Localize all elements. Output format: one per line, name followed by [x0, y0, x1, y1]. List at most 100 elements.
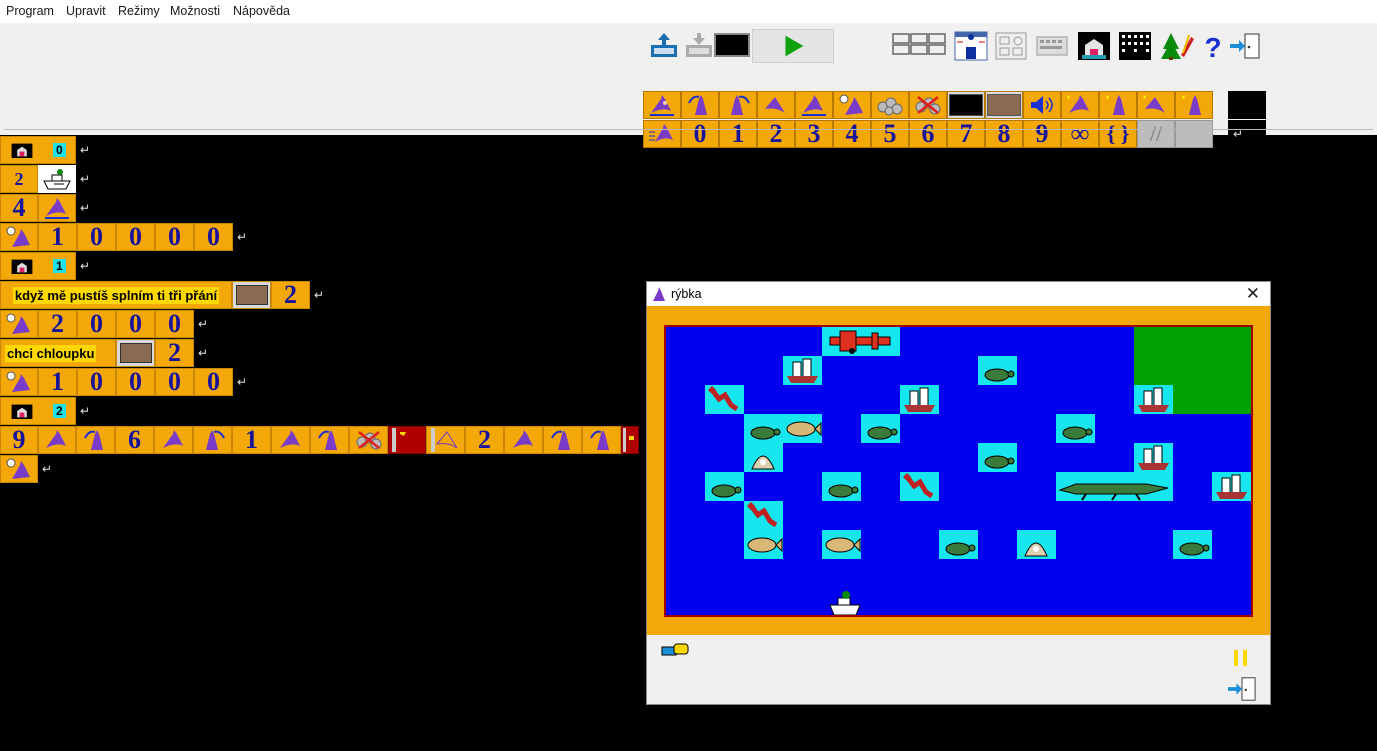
- exit-icon[interactable]: [1225, 675, 1259, 703]
- paint-tree-icon[interactable]: [1161, 31, 1195, 61]
- palette-rocks[interactable]: [871, 91, 909, 119]
- palette-num-1[interactable]: 1: [719, 120, 757, 148]
- exit-icon[interactable]: [1228, 31, 1262, 61]
- run-button[interactable]: [752, 29, 834, 63]
- palette-num-8[interactable]: 8: [985, 120, 1023, 148]
- number-block[interactable]: 1: [232, 426, 271, 454]
- wizard-walk-block[interactable]: [38, 426, 76, 454]
- wizard-wait-block[interactable]: [0, 368, 38, 396]
- wizard-walk-block[interactable]: [38, 194, 76, 222]
- close-icon[interactable]: ✕: [1246, 284, 1260, 304]
- palette-newline[interactable]: ↵: [1228, 120, 1266, 148]
- loop-start-block[interactable]: [388, 426, 426, 454]
- palette-wizard-jump[interactable]: [757, 91, 795, 119]
- palette-rocks-remove[interactable]: [909, 91, 947, 119]
- palette-comment[interactable]: //: [1137, 120, 1175, 148]
- digit-block[interactable]: 2: [38, 310, 77, 338]
- export-button[interactable]: [647, 31, 681, 61]
- palette-num-5[interactable]: 5: [871, 120, 909, 148]
- palette-braces[interactable]: { }: [1099, 120, 1137, 148]
- digit-block[interactable]: 0: [77, 368, 116, 396]
- palette-wizard-turn-right[interactable]: [719, 91, 757, 119]
- number-block[interactable]: 2: [155, 339, 194, 367]
- palette-wizard-magic4[interactable]: [1175, 91, 1213, 119]
- text-block[interactable]: když mě pustíš splním ti tři přání: [0, 281, 232, 309]
- number-block[interactable]: 6: [115, 426, 154, 454]
- loop-end-block[interactable]: [621, 426, 639, 454]
- import-button[interactable]: [682, 31, 716, 61]
- menu-upravit[interactable]: Upravit: [66, 4, 106, 18]
- menu-program[interactable]: Program: [6, 4, 54, 18]
- worksheet-icon[interactable]: [954, 31, 988, 61]
- shapes-icon[interactable]: [994, 31, 1028, 61]
- brown-color-block[interactable]: [232, 281, 271, 309]
- palette-num-4[interactable]: 4: [833, 120, 871, 148]
- digit-block[interactable]: 1: [38, 223, 77, 251]
- menu-napoveda[interactable]: Nápověda: [233, 4, 290, 18]
- wizard-turn-left-block[interactable]: [310, 426, 349, 454]
- number-block[interactable]: 2: [0, 165, 38, 193]
- help-icon[interactable]: ?: [1196, 31, 1230, 63]
- color-swatch-button[interactable]: [714, 33, 750, 57]
- palette-wizard-walk[interactable]: [643, 91, 681, 119]
- pause-icon[interactable]: [1231, 648, 1251, 668]
- text-block[interactable]: chci chloupku: [0, 339, 116, 367]
- palette-wizard-magic[interactable]: [1061, 91, 1099, 119]
- digit-block[interactable]: 0: [116, 310, 155, 338]
- boat-sprite-block[interactable]: [38, 165, 76, 193]
- palette-num-9[interactable]: 9: [1023, 120, 1061, 148]
- eraser-icon[interactable]: [660, 641, 690, 657]
- palette-empty[interactable]: [1175, 120, 1213, 148]
- digit-block[interactable]: 0: [116, 368, 155, 396]
- wizard-turn-left-block[interactable]: [76, 426, 115, 454]
- digit-block[interactable]: 0: [194, 223, 233, 251]
- wizard-turn-left-block[interactable]: [582, 426, 621, 454]
- wizard-walk-block[interactable]: [504, 426, 543, 454]
- palette-infinity[interactable]: ∞: [1061, 120, 1099, 148]
- palette-wizard-wait[interactable]: [833, 91, 871, 119]
- digit-block[interactable]: 0: [155, 368, 194, 396]
- palette-num-0[interactable]: 0: [681, 120, 719, 148]
- digit-block[interactable]: 1: [38, 368, 77, 396]
- wizard-wait-block[interactable]: [0, 310, 38, 338]
- brown-color-block[interactable]: [116, 339, 155, 367]
- digit-block[interactable]: 0: [77, 223, 116, 251]
- palette-wizard-magic2[interactable]: [1099, 91, 1137, 119]
- palette-num-2[interactable]: 2: [757, 120, 795, 148]
- wizard-turn-left-block[interactable]: [543, 426, 582, 454]
- scene-block[interactable]: 0: [0, 136, 76, 164]
- number-block[interactable]: 9: [0, 426, 38, 454]
- digit-block[interactable]: 0: [116, 223, 155, 251]
- scene-block[interactable]: 1: [0, 252, 76, 280]
- menu-moznosti[interactable]: Možnosti: [170, 4, 220, 18]
- wizard-wait-block[interactable]: [0, 223, 38, 251]
- digit-block[interactable]: 0: [194, 368, 233, 396]
- wizard-wait-block[interactable]: [0, 455, 38, 483]
- keyboard-icon[interactable]: [1035, 31, 1069, 61]
- scene-block[interactable]: 2: [0, 397, 76, 425]
- grid-layout-icon[interactable]: [892, 33, 946, 55]
- number-block[interactable]: 4: [0, 194, 38, 222]
- palette-wizard-turn-left[interactable]: [681, 91, 719, 119]
- menu-rezimy[interactable]: Režimy: [118, 4, 160, 18]
- palette-wizard-fly[interactable]: [795, 91, 833, 119]
- digit-block[interactable]: 0: [155, 310, 194, 338]
- palette-num-3[interactable]: 3: [795, 120, 833, 148]
- digit-block[interactable]: 0: [155, 223, 194, 251]
- palette-black-color[interactable]: [947, 91, 985, 119]
- wizard-walk-block[interactable]: [271, 426, 310, 454]
- number-block[interactable]: 2: [465, 426, 504, 454]
- palette-sound-icon[interactable]: [1023, 91, 1061, 119]
- board-icon[interactable]: [1118, 31, 1152, 61]
- palette-brown-color[interactable]: [985, 91, 1023, 119]
- digit-block[interactable]: 0: [77, 310, 116, 338]
- wizard-jump-block[interactable]: [426, 426, 465, 454]
- wizard-walk-block[interactable]: [154, 426, 193, 454]
- palette-num-7[interactable]: 7: [947, 120, 985, 148]
- scene-icon[interactable]: [1077, 31, 1111, 61]
- number-block[interactable]: 2: [271, 281, 310, 309]
- palette-wizard-magic3[interactable]: [1137, 91, 1175, 119]
- palette-num-6[interactable]: 6: [909, 120, 947, 148]
- wizard-turn-right-block[interactable]: [193, 426, 232, 454]
- palette-wizard-run[interactable]: [643, 120, 681, 148]
